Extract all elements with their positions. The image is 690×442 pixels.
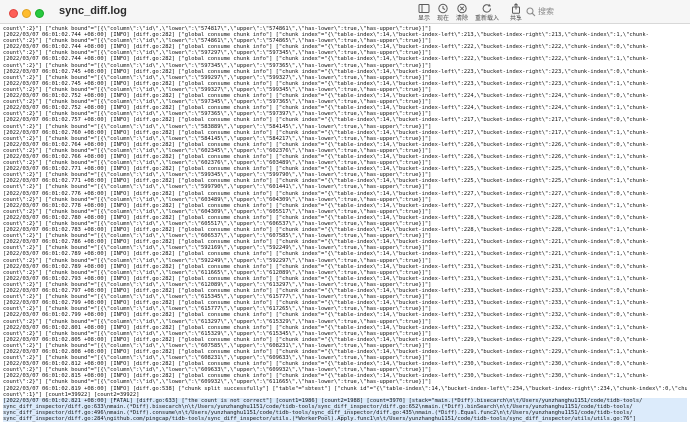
log-line-fatal: sync_diff_inspector/diff.go:284\ngithub.…	[3, 416, 687, 423]
log-line: [2022/03/07 06:01:02.789 +08:00] [INFO] …	[3, 263, 649, 270]
log-line-fatal: sync_diff_inspector/diff.go:633\nmain.(*…	[3, 403, 687, 410]
toolbar-reload-label: 重新载入	[474, 16, 499, 22]
log-line: [2022/03/07 06:01:02.760 +08:00] [INFO] …	[3, 129, 649, 136]
toolbar-clear-label: 清除	[455, 16, 468, 22]
clear-icon	[457, 3, 467, 14]
reload-icon	[482, 3, 491, 13]
clock-icon	[438, 3, 448, 14]
log-line: [2022/03/07 06:01:02.778 +08:00] [INFO] …	[3, 202, 649, 209]
window-title: sync_diff.log	[59, 5, 127, 17]
toolbar-clear-button[interactable]: 清除	[450, 3, 474, 23]
toolbar-reload-button[interactable]: 重新载入	[474, 3, 500, 23]
log-line: [2022/03/07 06:01:02.776 +08:00] [INFO] …	[3, 190, 649, 197]
search-icon	[526, 7, 536, 17]
log-line: [2022/03/07 06:01:02.805 +08:00] [INFO] …	[3, 336, 649, 343]
log-line: [2022/03/07 06:01:02.799 +08:00] [INFO] …	[3, 312, 649, 319]
log-line: [2022/03/07 06:01:02.745 +08:00] [INFO] …	[3, 68, 649, 75]
log-line: [2022/03/07 06:01:02.764 +08:00] [INFO] …	[3, 141, 649, 148]
log-line: [2022/03/07 06:01:02.744 +08:00] [INFO] …	[3, 56, 649, 63]
log-line: [2022/03/07 06:01:02.819 +08:00] [INFO] …	[3, 385, 687, 392]
search-placeholder: 搜索	[538, 7, 554, 16]
search-field[interactable]: 搜索	[520, 5, 684, 19]
log-content[interactable]: count\":2}"] ["chunk bound"="[{\"column\…	[3, 26, 687, 438]
title-bar: sync_diff.log 显示 现在 清除 重新载入 共享 搜索	[0, 0, 690, 24]
zoom-window-button[interactable]	[35, 9, 44, 18]
log-line-fatal: [2022/03/07 06:01:02.821 +08:00] [FATAL]…	[3, 397, 687, 404]
minimize-window-button[interactable]	[22, 9, 31, 18]
log-line: [2022/03/07 06:01:02.757 +08:00] [INFO] …	[3, 117, 649, 124]
log-line: [2022/03/07 06:01:02.801 +08:00] [INFO] …	[3, 324, 649, 331]
log-line: [2022/03/07 06:01:02.789 +08:00] [INFO] …	[3, 251, 649, 258]
close-window-button[interactable]	[9, 9, 18, 18]
sidebar-icon	[418, 4, 430, 13]
console-window: sync_diff.log 显示 现在 清除 重新载入 共享 搜索 count\…	[0, 0, 690, 442]
